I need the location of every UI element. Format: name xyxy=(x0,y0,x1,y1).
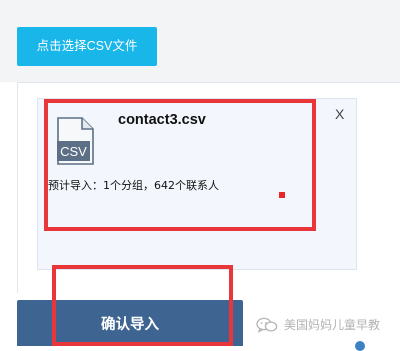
confirm-import-button[interactable]: 确认导入 xyxy=(17,300,243,346)
import-summary: 预计导入：1个分组，642个联系人 xyxy=(48,179,219,192)
select-csv-button[interactable]: 点击选择CSV文件 xyxy=(17,27,157,66)
page-dot xyxy=(355,341,365,351)
file-name: contact3.csv xyxy=(118,112,206,128)
annotation-marker xyxy=(279,192,285,198)
csv-icon-label: CSV xyxy=(60,144,87,159)
watermark-text: 美国妈妈儿童早教 xyxy=(284,318,381,332)
wechat-icon xyxy=(256,317,278,333)
remove-file-button[interactable]: X xyxy=(335,106,344,122)
csv-file-icon: CSV xyxy=(57,117,94,165)
watermark: 美国妈妈儿童早教 xyxy=(256,316,380,333)
